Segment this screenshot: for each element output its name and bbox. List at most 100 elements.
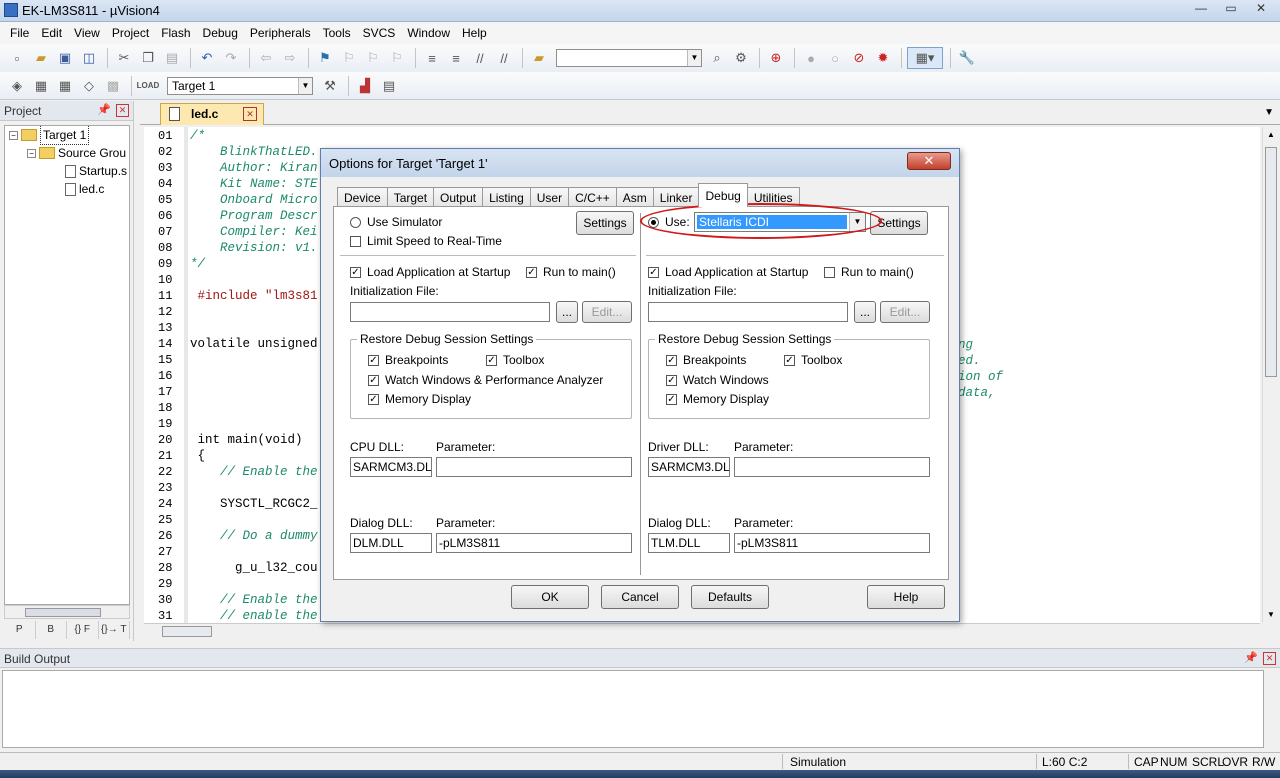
translate-icon[interactable]: ◈ — [6, 75, 28, 97]
cut-icon[interactable]: ✂ — [113, 47, 135, 69]
target-options-icon[interactable]: ⚒ — [319, 75, 341, 97]
tab-asm[interactable]: Asm — [615, 187, 654, 207]
minimize-button[interactable]: — — [1186, 0, 1216, 18]
breakpoint-disable-icon[interactable]: ○ — [824, 47, 846, 69]
undo-icon[interactable]: ↶ — [196, 47, 218, 69]
configure-icon[interactable]: 🔧 — [956, 47, 978, 69]
menu-window[interactable]: Window — [401, 23, 456, 43]
right-init-file-input[interactable] — [648, 302, 848, 322]
prev-bookmark-icon[interactable]: ⚐ — [338, 47, 360, 69]
menu-project[interactable]: Project — [106, 23, 155, 43]
simulator-settings-button[interactable]: Settings — [576, 211, 634, 235]
collapse-icon[interactable]: − — [9, 130, 18, 140]
tab-led-c[interactable]: led.c ✕ — [160, 103, 264, 125]
tree-item-led[interactable]: led.c — [65, 180, 104, 198]
left-init-file-input[interactable] — [350, 302, 550, 322]
find-in-files-icon[interactable]: ▰ — [528, 47, 550, 69]
left-run-to-main-checkbox[interactable]: ✓ Run to main() — [526, 265, 616, 279]
uncomment-icon[interactable]: // — [493, 47, 515, 69]
open-folder-icon[interactable]: ▰ — [30, 47, 52, 69]
driver-dll-input[interactable]: SARMCM3.DLL — [648, 457, 730, 477]
tab-list-icon[interactable]: ▼ — [1264, 107, 1274, 118]
tree-item-source-group[interactable]: − Source Grou — [27, 144, 126, 162]
menu-edit[interactable]: Edit — [35, 23, 68, 43]
pin-icon[interactable]: 📌 — [97, 103, 111, 116]
bookmark-icon[interactable]: ⚑ — [314, 47, 336, 69]
left-breakpoints-checkbox[interactable]: ✓ Breakpoints — [368, 353, 448, 367]
menu-flash[interactable]: Flash — [155, 23, 196, 43]
tab-output[interactable]: Output — [433, 187, 484, 207]
right-breakpoints-checkbox[interactable]: ✓ Breakpoints — [666, 353, 746, 367]
close-window-button[interactable]: ✕ — [1246, 0, 1276, 18]
rebuild-icon[interactable]: ▦ — [54, 75, 76, 97]
tab-templates[interactable]: {}→ T — [99, 621, 130, 639]
ok-button[interactable]: OK — [511, 585, 589, 609]
save-icon[interactable]: ▣ — [54, 47, 76, 69]
tab-device[interactable]: Device — [337, 187, 388, 207]
editor-hscroll[interactable] — [144, 623, 1260, 639]
cpu-param-input[interactable] — [436, 457, 632, 477]
window-layout-icon[interactable]: ▦▾ — [907, 47, 943, 69]
paste-icon[interactable]: ▤ — [161, 47, 183, 69]
left-watch-checkbox[interactable]: ✓ Watch Windows & Performance Analyzer — [368, 373, 603, 387]
dialog-dll-input[interactable]: DLM.DLL — [350, 533, 432, 553]
use-simulator-radio[interactable]: Use Simulator — [350, 215, 442, 229]
batch-build-icon[interactable]: ◇ — [78, 75, 100, 97]
indent-icon[interactable]: ≡ — [421, 47, 443, 69]
right-run-to-main-checkbox[interactable]: Run to main() — [824, 265, 914, 279]
menu-help[interactable]: Help — [456, 23, 493, 43]
tab-project[interactable]: P — [4, 621, 36, 639]
tree-item-target[interactable]: − Target 1 — [9, 126, 90, 145]
save-all-icon[interactable]: ◫ — [78, 47, 100, 69]
breakpoint-insert-icon[interactable]: ● — [800, 47, 822, 69]
pin-icon[interactable]: 📌 — [1244, 651, 1258, 664]
close-tab-icon[interactable]: ✕ — [243, 107, 257, 121]
menu-file[interactable]: File — [4, 23, 35, 43]
tab-linker[interactable]: Linker — [652, 187, 700, 207]
stop-build-icon[interactable]: ▩ — [102, 75, 124, 97]
right-dialog-dll-input[interactable]: TLM.DLL — [648, 533, 730, 553]
left-toolbox-checkbox[interactable]: ✓ Toolbox — [486, 353, 544, 367]
project-hscroll[interactable] — [4, 605, 130, 619]
build-output-text[interactable] — [2, 670, 1264, 748]
redo-icon[interactable]: ↷ — [220, 47, 242, 69]
help-button[interactable]: Help — [867, 585, 945, 609]
driver-param-input[interactable] — [734, 457, 930, 477]
right-load-app-checkbox[interactable]: ✓ Load Application at Startup — [648, 265, 808, 279]
tab-cc[interactable]: C/C++ — [568, 187, 617, 207]
menu-tools[interactable]: Tools — [317, 23, 357, 43]
comment-icon[interactable]: // — [469, 47, 491, 69]
download-icon[interactable]: LOAD — [137, 75, 160, 97]
limit-speed-checkbox[interactable]: Limit Speed to Real-Time — [350, 234, 502, 248]
tab-functions[interactable]: {} F — [67, 621, 99, 639]
new-file-icon[interactable]: ▫ — [6, 47, 28, 69]
tab-listing[interactable]: Listing — [482, 187, 531, 207]
collapse-icon[interactable]: − — [27, 148, 36, 158]
tab-target[interactable]: Target — [386, 187, 435, 207]
find-combo[interactable]: ▼ — [556, 49, 702, 67]
tree-item-startup[interactable]: Startup.s — [65, 162, 127, 180]
debug-session-icon[interactable]: ⊕ — [765, 47, 787, 69]
tab-books[interactable]: B — [36, 621, 67, 639]
dialog-param-input[interactable]: -pLM3S811 — [436, 533, 632, 553]
target-select[interactable]: Target 1 ▼ — [167, 76, 313, 95]
right-memory-checkbox[interactable]: ✓ Memory Display — [666, 392, 769, 406]
menu-peripherals[interactable]: Peripherals — [244, 23, 317, 43]
right-edit-button[interactable]: Edit... — [880, 301, 930, 323]
close-panel-icon[interactable]: ✕ — [116, 104, 129, 117]
menu-debug[interactable]: Debug — [197, 23, 244, 43]
cancel-button[interactable]: Cancel — [601, 585, 679, 609]
right-watch-checkbox[interactable]: ✓ Watch Windows — [666, 373, 769, 387]
right-dialog-param-input[interactable]: -pLM3S811 — [734, 533, 930, 553]
cpu-dll-input[interactable]: SARMCM3.DLL — [350, 457, 432, 477]
manage-books-icon[interactable]: ▤ — [378, 75, 400, 97]
breakpoint-kill-all-icon[interactable]: ✹ — [872, 47, 894, 69]
tab-user[interactable]: User — [529, 187, 570, 207]
right-toolbox-checkbox[interactable]: ✓ Toolbox — [784, 353, 842, 367]
tab-debug[interactable]: Debug — [698, 183, 748, 207]
dialog-close-button[interactable]: ✕ — [907, 152, 951, 170]
manage-components-icon[interactable]: ▟ — [354, 75, 376, 97]
defaults-button[interactable]: Defaults — [691, 585, 769, 609]
clear-bookmarks-icon[interactable]: ⚐ — [386, 47, 408, 69]
copy-icon[interactable]: ❐ — [137, 47, 159, 69]
